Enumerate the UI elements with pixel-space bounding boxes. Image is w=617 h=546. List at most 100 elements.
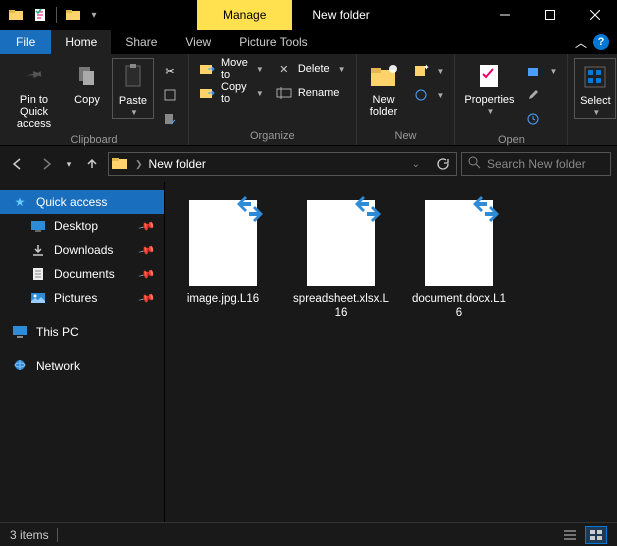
- collapse-ribbon-icon[interactable]: ︿: [575, 34, 587, 51]
- navpane-pictures[interactable]: Pictures 📌: [0, 286, 164, 310]
- pictures-icon: [30, 290, 46, 306]
- ribbon-group-open: Properties ▼ ▼ Open: [455, 54, 568, 145]
- status-bar: 3 items: [0, 522, 617, 546]
- tab-picture-tools[interactable]: Picture Tools: [225, 30, 321, 54]
- new-folder-icon: [368, 60, 400, 92]
- svg-text:✦: ✦: [423, 64, 429, 72]
- new-folder-button[interactable]: New folder: [363, 58, 405, 118]
- search-icon: [468, 156, 481, 172]
- copy-path-icon: [162, 87, 178, 103]
- chevron-down-icon: ▼: [130, 109, 138, 118]
- open-icon: [525, 63, 541, 79]
- search-placeholder: Search New folder: [487, 157, 586, 171]
- help-button[interactable]: ?: [593, 34, 609, 50]
- tab-file[interactable]: File: [0, 30, 51, 54]
- network-icon: [12, 358, 28, 374]
- desktop-icon: [30, 218, 46, 234]
- status-item-count: 3 items: [10, 528, 49, 542]
- tab-share[interactable]: Share: [111, 30, 171, 54]
- address-bar[interactable]: ❯ New folder ⌄: [108, 152, 457, 176]
- tab-view[interactable]: View: [171, 30, 225, 54]
- folder-icon: [111, 155, 129, 174]
- history-icon: [525, 111, 541, 127]
- contextual-tab-manage[interactable]: Manage: [197, 0, 292, 30]
- ribbon-group-new: New folder ✦▼ ▼ New: [357, 54, 456, 145]
- navpane-this-pc[interactable]: This PC: [0, 320, 164, 344]
- paste-shortcut-button[interactable]: [158, 108, 182, 130]
- navpane-desktop[interactable]: Desktop 📌: [0, 214, 164, 238]
- copy-to-icon: [199, 85, 215, 101]
- cut-button[interactable]: ✂: [158, 60, 182, 82]
- easy-access-icon: [413, 87, 429, 103]
- new-item-button[interactable]: ✦▼: [409, 60, 449, 82]
- history-button[interactable]: [521, 108, 561, 130]
- ribbon-group-clipboard: Pin to Quick access Copy Paste ▼ ✂ Clipb…: [0, 54, 189, 145]
- pin-to-quick-access-button[interactable]: Pin to Quick access: [6, 58, 62, 130]
- file-view[interactable]: image.jpg.L16 spreadsheet.xlsx.L16 docum…: [165, 182, 617, 522]
- breadcrumb-segment[interactable]: New folder: [149, 157, 206, 171]
- file-icon: [425, 200, 493, 286]
- qat-properties-icon[interactable]: [32, 7, 48, 23]
- delete-button[interactable]: ✕Delete▼: [272, 58, 350, 80]
- pin-icon: [18, 60, 50, 92]
- file-item[interactable]: image.jpg.L16: [175, 200, 271, 306]
- copy-path-button[interactable]: [158, 84, 182, 106]
- downloads-icon: [30, 242, 46, 258]
- ribbon-group-label: Organize: [189, 130, 356, 145]
- scissors-icon: ✂: [162, 63, 178, 79]
- ribbon-group-label: [568, 142, 617, 145]
- window-controls: [482, 0, 617, 30]
- file-name: document.docx.L16: [411, 292, 507, 321]
- compress-overlay-icon: [471, 194, 501, 227]
- tab-home[interactable]: Home: [51, 30, 111, 54]
- navpane-downloads[interactable]: Downloads 📌: [0, 238, 164, 262]
- copy-icon: [71, 60, 103, 92]
- properties-icon: [473, 60, 505, 92]
- select-button[interactable]: Select ▼: [574, 58, 616, 119]
- back-button[interactable]: [6, 152, 30, 176]
- chevron-down-icon: ▼: [487, 108, 495, 117]
- properties-button[interactable]: Properties ▼: [461, 58, 517, 117]
- navpane-quick-access[interactable]: ★ Quick access: [0, 190, 164, 214]
- navpane-network[interactable]: Network: [0, 354, 164, 378]
- up-button[interactable]: [80, 152, 104, 176]
- ribbon-tabs: File Home Share View Picture Tools ︿ ?: [0, 30, 617, 54]
- compress-overlay-icon: [235, 194, 265, 227]
- qat-dropdown-icon[interactable]: ▾: [89, 7, 99, 23]
- forward-button[interactable]: [34, 152, 58, 176]
- navpane-documents[interactable]: Documents 📌: [0, 262, 164, 286]
- edit-button[interactable]: [521, 84, 561, 106]
- pin-icon: 📌: [138, 241, 156, 259]
- compress-overlay-icon: [353, 194, 383, 227]
- ribbon-group-select: Select ▼: [568, 54, 617, 145]
- large-icons-view-button[interactable]: [585, 526, 607, 544]
- ribbon-group-label: Open: [455, 134, 567, 149]
- rename-button[interactable]: Rename: [272, 82, 350, 104]
- refresh-button[interactable]: [430, 157, 454, 171]
- file-icon: [189, 200, 257, 286]
- move-to-button[interactable]: Move to▼: [195, 58, 268, 80]
- minimize-button[interactable]: [482, 0, 527, 30]
- ribbon-group-label: Clipboard: [0, 134, 188, 149]
- close-button[interactable]: [572, 0, 617, 30]
- copy-to-button[interactable]: Copy to▼: [195, 82, 268, 104]
- quick-access-toolbar: ▾: [0, 0, 107, 30]
- rename-icon: [276, 85, 292, 101]
- new-item-icon: ✦: [413, 63, 429, 79]
- paste-icon: [117, 61, 149, 93]
- maximize-button[interactable]: [527, 0, 572, 30]
- paste-button[interactable]: Paste ▼: [112, 58, 154, 119]
- qat-separator: [56, 7, 57, 23]
- open-button[interactable]: ▼: [521, 60, 561, 82]
- ribbon-group-label: New: [357, 130, 455, 145]
- easy-access-button[interactable]: ▼: [409, 84, 449, 106]
- details-view-button[interactable]: [559, 526, 581, 544]
- search-box[interactable]: Search New folder: [461, 152, 611, 176]
- address-dropdown-icon[interactable]: ⌄: [412, 159, 424, 170]
- file-item[interactable]: spreadsheet.xlsx.L16: [293, 200, 389, 321]
- navigation-bar: ▾ ❯ New folder ⌄ Search New folder: [0, 146, 617, 182]
- recent-locations-button[interactable]: ▾: [62, 152, 76, 176]
- pin-icon: 📌: [138, 289, 156, 307]
- file-item[interactable]: document.docx.L16: [411, 200, 507, 321]
- copy-button[interactable]: Copy: [66, 58, 108, 106]
